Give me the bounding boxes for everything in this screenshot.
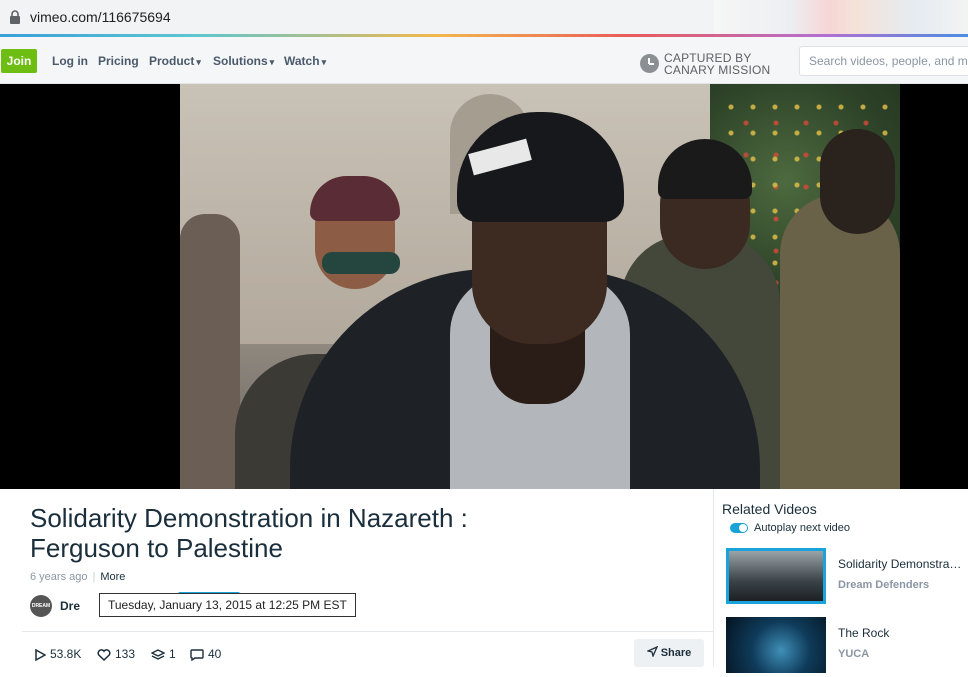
lock-icon <box>10 10 20 24</box>
owner-avatar[interactable]: DREAM <box>30 595 52 617</box>
comments-stat[interactable]: 40 <box>190 647 222 662</box>
video-meta: 6 years ago | More <box>30 571 125 583</box>
plays-stat[interactable]: 53.8K <box>34 647 82 662</box>
related-videos: Related Videos Autoplay next video Solid… <box>713 489 968 673</box>
share-label: Share <box>660 647 692 659</box>
related-item-title[interactable]: Solidarity Demonstration in Nazareth <box>838 557 963 571</box>
layers-icon <box>150 649 166 660</box>
related-item-owner[interactable]: YUCA <box>838 648 869 660</box>
video-title-line2: Ferguson to Palestine <box>30 533 283 563</box>
related-item[interactable]: Solidarity Demonstration in Nazareth Dre… <box>726 548 966 608</box>
chevron-down-icon: ▾ <box>196 57 201 67</box>
video-player[interactable] <box>0 84 968 489</box>
nav-pricing[interactable]: Pricing <box>98 54 139 68</box>
search-box[interactable] <box>799 46 968 76</box>
plays-count: 53.8K <box>50 647 82 661</box>
related-thumbnail[interactable] <box>726 617 826 673</box>
video-title-line1: Solidarity Demonstration in Nazareth : <box>30 503 468 533</box>
more-link[interactable]: More <box>100 571 125 583</box>
nav-watch-label: Watch <box>284 54 320 68</box>
likes-count: 133 <box>115 647 136 661</box>
owner-name[interactable]: Dre <box>60 599 80 613</box>
nav-product[interactable]: Product ▾ <box>149 54 201 68</box>
meta-separator: | <box>92 571 96 583</box>
nav-pricing-label: Pricing <box>98 54 139 68</box>
browser-extensions-area <box>714 0 968 34</box>
nav-product-label: Product <box>149 54 195 68</box>
captured-text: CAPTURED BY CANARY MISSION <box>664 52 770 76</box>
woman-sunglasses <box>322 252 400 274</box>
captured-line2: CANARY MISSION <box>664 63 771 77</box>
video-title: Solidarity Demonstration in Nazareth : F… <box>30 503 590 563</box>
play-icon <box>35 648 47 662</box>
url-text[interactable]: vimeo.com/116675694 <box>30 9 171 25</box>
person-right-body <box>780 194 900 489</box>
nav-login[interactable]: Log in <box>52 54 88 68</box>
site-header: Join Log in Pricing Product ▾ Solutions ▾ … <box>0 37 968 84</box>
comment-icon <box>190 649 204 662</box>
autoplay-toggle[interactable] <box>730 523 748 533</box>
share-icon <box>645 645 658 658</box>
browser-address-bar: vimeo.com/116675694 <box>0 0 968 36</box>
share-button[interactable]: Share <box>634 639 704 667</box>
likes-stat[interactable]: 133 <box>97 647 136 662</box>
divider <box>22 631 714 632</box>
collections-count: 1 <box>169 647 176 661</box>
nav-login-label: Log in <box>52 54 88 68</box>
related-thumbnail[interactable] <box>726 548 826 604</box>
video-info: Solidarity Demonstration in Nazareth : F… <box>22 489 714 667</box>
nav-solutions-label: Solutions <box>213 54 268 68</box>
related-title: Related Videos <box>722 501 817 517</box>
chevron-down-icon: ▾ <box>269 57 275 67</box>
upload-age[interactable]: 6 years ago <box>30 571 87 583</box>
nav-watch[interactable]: Watch ▾ <box>284 54 326 68</box>
url-box[interactable]: vimeo.com/116675694 <box>0 0 714 34</box>
search-input[interactable] <box>800 47 968 75</box>
person-left <box>180 214 240 489</box>
chevron-down-icon: ▾ <box>321 57 327 67</box>
join-button[interactable]: Join <box>1 49 37 73</box>
related-item[interactable]: The Rock YUCA <box>726 617 966 677</box>
person-right-head <box>820 129 895 234</box>
related-item-title[interactable]: The Rock <box>838 626 963 640</box>
clock-icon <box>640 54 659 73</box>
collections-stat[interactable]: 1 <box>150 647 176 661</box>
autoplay-label: Autoplay next video <box>754 522 851 534</box>
date-tooltip: Tuesday, January 13, 2015 at 12:25 PM ES… <box>99 593 356 617</box>
related-item-owner[interactable]: Dream Defenders <box>838 579 929 591</box>
heart-icon <box>97 649 111 662</box>
video-frame[interactable] <box>180 84 900 489</box>
nav-solutions[interactable]: Solutions ▾ <box>213 54 274 68</box>
comments-count: 40 <box>208 647 222 661</box>
